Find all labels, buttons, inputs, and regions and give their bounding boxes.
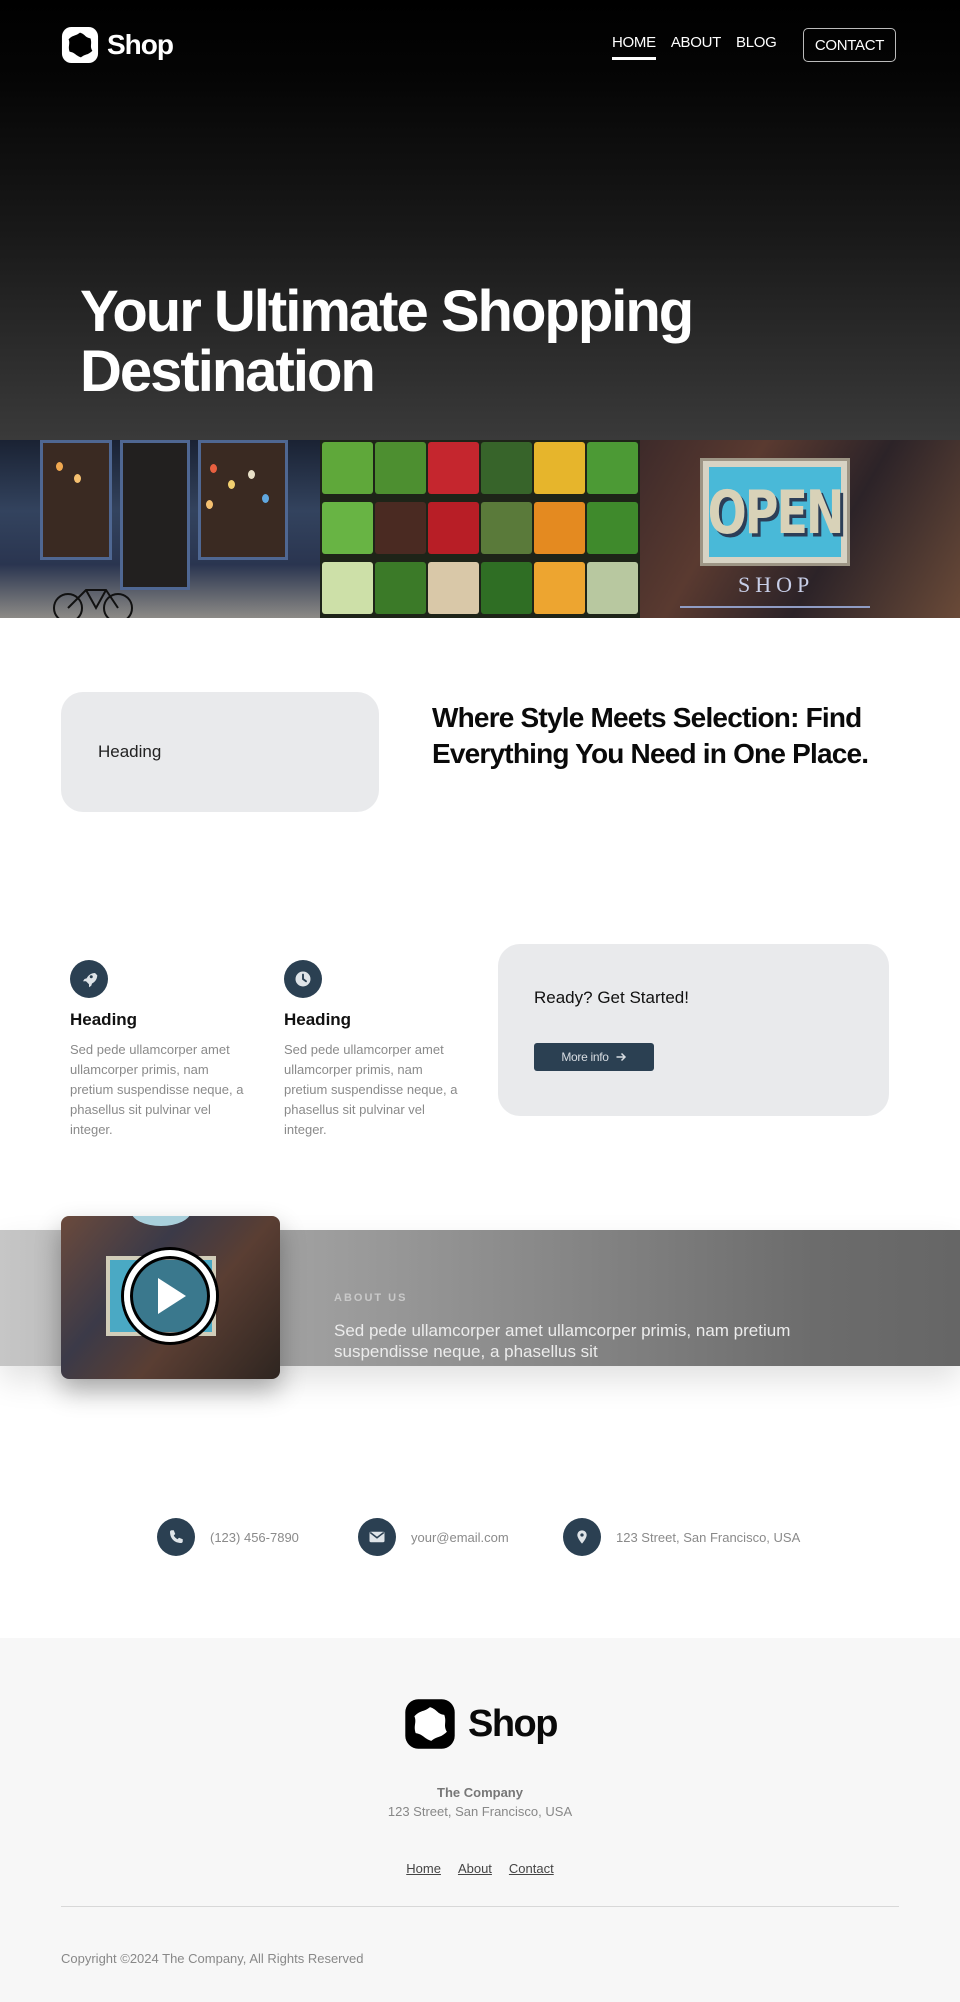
logo-mark-icon: [405, 1699, 455, 1749]
hero-title-line1: Your Ultimate Shopping: [80, 279, 694, 344]
bicycle-icon: [53, 589, 133, 618]
hero-title: Your Ultimate Shopping Destination: [80, 279, 694, 404]
brand-logo[interactable]: Shop: [61, 26, 174, 64]
open-sign: OPEN: [700, 458, 850, 566]
hero-title-line2: Destination: [80, 339, 376, 404]
contact-info: (123) 456-7890 your@email.com 123 Street…: [0, 1498, 960, 1638]
feature-title: Where Style Meets Selection: Find Everyt…: [432, 702, 869, 769]
footer-address: 123 Street, San Francisco, USA: [387, 1804, 573, 1819]
nav-links: HOME ABOUT BLOG: [612, 34, 777, 60]
location-pin-icon: [563, 1518, 601, 1556]
service-text: Sed pede ullamcorper amet ullamcorper pr…: [284, 1042, 458, 1137]
address-text: 123 Street, San Francisco, USA: [616, 1529, 801, 1545]
sign-text: OPEN: [707, 476, 845, 548]
footer-link-home[interactable]: Home: [406, 1861, 441, 1876]
footer-brand-name: Shop: [468, 1702, 558, 1745]
service-text: Sed pede ullamcorper amet ullamcorper pr…: [70, 1042, 244, 1137]
footer-company: The Company: [437, 1785, 523, 1800]
footer-divider: [61, 1906, 899, 1907]
brand-name: Shop: [107, 29, 174, 60]
hero-section: Shop HOME ABOUT BLOG CONTACT Your Ultima…: [0, 0, 960, 440]
feature-section: Heading Where Style Meets Selection: Fin…: [0, 618, 960, 908]
service-title: Heading: [284, 1010, 352, 1029]
services-section: Heading Sed pede ullamcorper amet ullamc…: [0, 908, 960, 1198]
sign-subtext: SHOP: [738, 572, 815, 597]
footer: Shop The Company 123 Street, San Francis…: [0, 1638, 960, 2002]
about-text: Sed pede ullamcorper amet ullamcorper pr…: [334, 1321, 791, 1361]
copyright: Copyright ©2024 The Company, All Rights …: [61, 1951, 364, 1966]
nav-about[interactable]: ABOUT: [671, 34, 721, 60]
play-icon: [158, 1278, 186, 1314]
cta-title: Ready? Get Started!: [534, 988, 689, 1007]
more-info-button[interactable]: More info: [534, 1043, 654, 1071]
clock-icon: [284, 960, 322, 998]
contact-email: your@email.com: [358, 1518, 509, 1556]
email-text: your@email.com: [411, 1529, 509, 1545]
service-item: Heading Sed pede ullamcorper amet ullamc…: [70, 960, 250, 1140]
about-section: ABOUT US Sed pede ullamcorper amet ullam…: [0, 1198, 960, 1498]
rocket-icon: [70, 960, 108, 998]
email-icon: [358, 1518, 396, 1556]
phone-text: (123) 456-7890: [210, 1529, 299, 1545]
nav-blog[interactable]: BLOG: [736, 34, 777, 60]
contact-button[interactable]: CONTACT: [803, 28, 896, 62]
more-info-label: More info: [561, 1050, 609, 1064]
footer-link-about[interactable]: About: [458, 1861, 492, 1876]
contact-phone: (123) 456-7890: [157, 1518, 299, 1556]
phone-icon: [157, 1518, 195, 1556]
footer-links: Home About Contact: [0, 1861, 960, 1876]
top-nav: Shop HOME ABOUT BLOG CONTACT: [0, 0, 960, 90]
storefront-image: [0, 440, 320, 618]
cta-card: Ready? Get Started! More info: [498, 944, 889, 1116]
vegetables-image: [320, 440, 640, 618]
heading-card: Heading: [61, 692, 379, 812]
footer-link-contact[interactable]: Contact: [509, 1861, 554, 1876]
about-label: ABOUT US: [334, 1292, 408, 1304]
service-title: Heading: [70, 1010, 138, 1029]
service-item: Heading Sed pede ullamcorper amet ullamc…: [284, 960, 464, 1140]
heading-card-text: Heading: [98, 742, 162, 761]
image-gallery: OPEN SHOP: [0, 440, 960, 618]
footer-logo[interactable]: Shop: [404, 1698, 558, 1750]
video-thumbnail[interactable]: [61, 1216, 280, 1379]
arrow-right-icon: [616, 1052, 626, 1062]
open-sign-image: OPEN SHOP: [640, 440, 960, 618]
nav-home[interactable]: HOME: [612, 34, 656, 60]
logo-mark-icon: [61, 26, 99, 64]
contact-address: 123 Street, San Francisco, USA: [563, 1518, 800, 1556]
play-button[interactable]: [124, 1250, 216, 1342]
